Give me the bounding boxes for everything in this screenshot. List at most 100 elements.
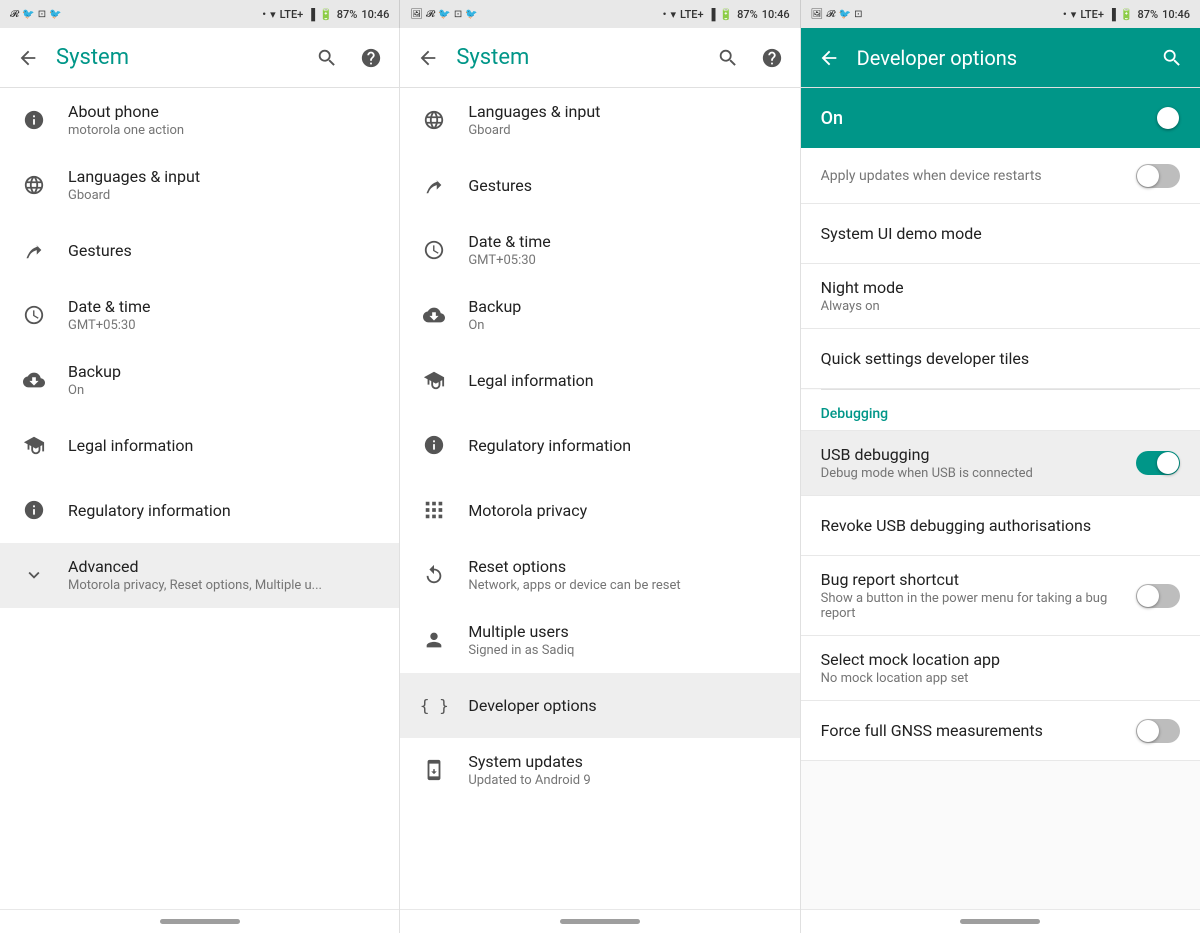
gestures-1-text: Gestures	[68, 241, 383, 260]
status-right-3: • ▾ LTE+ ▐ 🔋 87% 10:46	[1063, 8, 1190, 21]
dot3-icon: •	[1063, 8, 1067, 21]
panel-system-2: System Languages & input Gboard	[400, 28, 800, 933]
clock-icon-2	[416, 232, 452, 268]
motorola-privacy-title: Motorola privacy	[468, 501, 783, 520]
grid-icon-2	[416, 492, 452, 528]
time-1: 10:46	[361, 8, 389, 21]
revoke-usb-title: Revoke USB debugging authorisations	[821, 516, 1180, 535]
globe-icon-2	[416, 102, 452, 138]
back-button-2[interactable]	[416, 46, 440, 70]
setting-datetime-1[interactable]: Date & time GMT+05:30	[0, 283, 399, 348]
about-phone-subtitle: motorola one action	[68, 123, 383, 138]
setting-developer-options-2[interactable]: { } Developer options	[400, 673, 799, 738]
wifi2-icon: ▾	[670, 8, 676, 21]
multiple-users-title: Multiple users	[468, 622, 783, 641]
gesture-icon-1	[16, 232, 52, 268]
setting-about-phone[interactable]: About phone motorola one action	[0, 88, 399, 153]
dev-setting-system-ui-demo[interactable]: System UI demo mode	[801, 204, 1200, 264]
apply-updates-toggle-knob	[1137, 165, 1159, 187]
twitter3-icon: 🐦	[438, 9, 450, 20]
nav-pill-1	[160, 919, 240, 924]
apply-updates-row[interactable]: Apply updates when device restarts	[801, 148, 1200, 204]
gestures-1-title: Gestures	[68, 241, 383, 260]
datetime-2-text: Date & time GMT+05:30	[468, 232, 783, 268]
force-gnss-toggle-knob	[1137, 720, 1159, 742]
bug-report-toggle[interactable]	[1136, 584, 1180, 608]
nav-pill-3	[960, 919, 1040, 924]
gestures-2-text: Gestures	[468, 176, 783, 195]
status-panel-3: 🖼 𝓡 🐦 ⊡ • ▾ LTE+ ▐ 🔋 87% 10:46	[801, 0, 1200, 28]
tv3-icon: ⊡	[854, 9, 862, 20]
dev-on-toggle[interactable]	[1136, 106, 1180, 130]
search-button-2[interactable]	[716, 46, 740, 70]
advanced-1-title: Advanced	[68, 557, 383, 576]
setting-legal-2[interactable]: Legal information	[400, 348, 799, 413]
about-phone-text: About phone motorola one action	[68, 102, 383, 138]
setting-system-updates-2[interactable]: System updates Updated to Android 9	[400, 738, 799, 803]
setting-motorola-privacy-2[interactable]: Motorola privacy	[400, 478, 799, 543]
backup-1-text: Backup On	[68, 362, 383, 398]
dev-setting-mock-location[interactable]: Select mock location app No mock locatio…	[801, 636, 1200, 701]
dev-setting-force-gnss[interactable]: Force full GNSS measurements	[801, 701, 1200, 761]
globe-icon-1	[16, 167, 52, 203]
setting-regulatory-2[interactable]: Regulatory information	[400, 413, 799, 478]
dev-setting-bug-report[interactable]: Bug report shortcut Show a button in the…	[801, 556, 1200, 636]
dev-setting-revoke-usb[interactable]: Revoke USB debugging authorisations	[801, 496, 1200, 556]
setting-backup-2[interactable]: Backup On	[400, 283, 799, 348]
system-updates-title: System updates	[468, 752, 783, 771]
time-2: 10:46	[762, 8, 790, 21]
battery-pct-2: 87%	[737, 8, 758, 21]
advanced-1-text: Advanced Motorola privacy, Reset options…	[68, 557, 383, 593]
debugging-label: Debugging	[821, 406, 888, 422]
backup-icon-2	[416, 297, 452, 333]
setting-reset-options-2[interactable]: Reset options Network, apps or device ca…	[400, 543, 799, 608]
advanced-1-subtitle: Motorola privacy, Reset options, Multipl…	[68, 578, 383, 593]
languages-1-title: Languages & input	[68, 167, 383, 186]
quick-settings-title: Quick settings developer tiles	[821, 349, 1180, 368]
back-button-1[interactable]	[16, 46, 40, 70]
setting-advanced-1[interactable]: Advanced Motorola privacy, Reset options…	[0, 543, 399, 608]
dev-on-row[interactable]: On	[801, 88, 1200, 148]
dev-setting-quick-settings[interactable]: Quick settings developer tiles	[801, 329, 1200, 389]
setting-multiple-users-2[interactable]: Multiple users Signed in as Sadiq	[400, 608, 799, 673]
search-button-3[interactable]	[1160, 46, 1184, 70]
setting-gestures-2[interactable]: Gestures	[400, 153, 799, 218]
regulatory-2-text: Regulatory information	[468, 436, 783, 455]
setting-legal-1[interactable]: Legal information	[0, 413, 399, 478]
dot-icon: •	[262, 8, 266, 21]
developer-options-title: Developer options	[468, 696, 783, 715]
app-bar-icons-2	[716, 46, 784, 70]
status-panel-2: 🖼 𝓡 🐦 ⊡ 🐦 • ▾ LTE+ ▐ 🔋 87% 10:46	[400, 0, 800, 28]
bug-report-title: Bug report shortcut	[821, 570, 1136, 589]
regulatory-1-text: Regulatory information	[68, 501, 383, 520]
back-button-3[interactable]	[817, 46, 841, 70]
revoke-usb-text: Revoke USB debugging authorisations	[821, 516, 1180, 535]
apply-updates-toggle[interactable]	[1136, 164, 1180, 188]
search-button-1[interactable]	[315, 46, 339, 70]
battery-icon: 🔋	[319, 8, 333, 21]
app-bar-1: System	[0, 28, 399, 88]
dev-setting-night-mode[interactable]: Night mode Always on	[801, 264, 1200, 329]
panel-1-title: System	[56, 45, 315, 70]
force-gnss-toggle[interactable]	[1136, 719, 1180, 743]
setting-languages-2[interactable]: Languages & input Gboard	[400, 88, 799, 153]
status-icons-left-3: 🖼 𝓡 🐦 ⊡	[811, 9, 863, 20]
help-button-2[interactable]	[760, 46, 784, 70]
reset-icon-2	[416, 557, 452, 593]
usb-debugging-toggle[interactable]	[1136, 451, 1180, 475]
nav-bar-1	[0, 909, 399, 933]
dev-setting-usb-debugging[interactable]: USB debugging Debug mode when USB is con…	[801, 431, 1200, 496]
setting-gestures-1[interactable]: Gestures	[0, 218, 399, 283]
datetime-1-subtitle: GMT+05:30	[68, 318, 383, 333]
lte2-badge: LTE+	[680, 8, 704, 21]
apply-updates-text: Apply updates when device restarts	[821, 168, 1136, 184]
setting-languages-1[interactable]: Languages & input Gboard	[0, 153, 399, 218]
legal-2-title: Legal information	[468, 371, 783, 390]
twitter-icon: 🐦	[22, 9, 34, 20]
battery-pct-1: 87%	[337, 8, 358, 21]
help-button-1[interactable]	[359, 46, 383, 70]
setting-regulatory-1[interactable]: Regulatory information	[0, 478, 399, 543]
status-right-1: • ▾ LTE+ ▐ 🔋 87% 10:46	[262, 8, 389, 21]
setting-backup-1[interactable]: Backup On	[0, 348, 399, 413]
setting-datetime-2[interactable]: Date & time GMT+05:30	[400, 218, 799, 283]
